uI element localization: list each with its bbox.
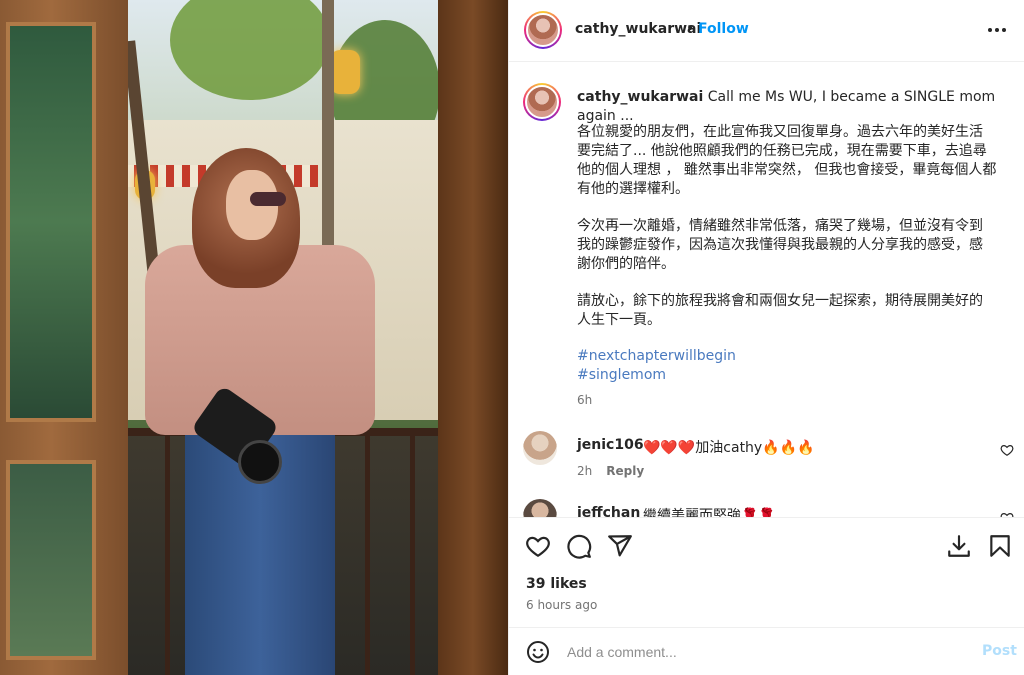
avatar-image [525,85,559,119]
caption-timestamp: 6h [577,393,593,407]
comments-scroll-area[interactable]: cathy_wukarwai Call me Ms WU, I became a… [509,63,1024,517]
caption-username[interactable]: cathy_wukarwai [577,89,703,105]
caption-first-line: cathy_wukarwai Call me Ms WU, I became a… [577,88,1013,126]
follow-button[interactable]: Follow [698,21,749,37]
post-actions: 39 likes 6 hours ago [509,517,1024,627]
dot [988,28,992,32]
hashtag-link[interactable]: #nextchapterwillbegin [577,348,736,364]
post-timestamp: 6 hours ago [526,598,598,612]
comment-like-heart-icon[interactable] [1000,443,1014,457]
reply-button[interactable]: Reply [606,464,644,478]
comment-input[interactable] [567,640,957,664]
comment-username[interactable]: jeffchan [577,505,640,517]
comment-icon[interactable] [566,533,592,559]
share-icon[interactable] [607,533,633,559]
heart-icon[interactable] [525,533,551,559]
photo-camera-lens [238,440,282,484]
photo-door-right [438,0,508,675]
caption-paragraph-2: 今次再一次離婚，情緒雖然非常低落，痛哭了幾場，但並沒有令到 我的躁鬱症發作，因為… [577,218,983,272]
caption-paragraph-1: 各位親愛的朋友們，在此宣佈我又回復單身。過去六年的美好生活 要完結了... 他說… [577,124,997,197]
photo-sunglasses [250,192,286,206]
comment-item: jenic106 ❤️❤️❤️加油cathy🔥🔥🔥 2h Reply [523,431,1014,491]
hashtag-link[interactable]: #singlemom [577,367,666,383]
add-comment-bar: Post [509,627,1024,675]
comment-meta: 2h Reply [577,464,644,478]
bookmark-icon[interactable] [987,533,1013,559]
railing-bar [165,436,170,675]
download-icon[interactable] [946,533,972,559]
comment-avatar[interactable] [523,499,557,517]
railing-bar [410,436,415,675]
avatar-image [526,13,560,47]
separator-dot: • [686,21,695,37]
door-glass [6,460,96,660]
comment-item: jeffchan 繼續美麗而堅強🌹🌹 [523,499,1014,517]
post-button[interactable]: Post [982,643,1017,659]
emoji-icon[interactable] [526,640,550,664]
comment-text: 繼續美麗而堅強🌹🌹 [643,508,776,517]
photo-lantern [330,50,360,94]
caption-paragraph-3: 請放心，餘下的旅程我將會和兩個女兒一起探索，期待展開美好的 人生下一頁。 [577,293,983,328]
caption-avatar[interactable] [523,83,561,121]
more-options-icon[interactable] [987,22,1007,38]
avatar[interactable] [524,11,562,49]
dot [995,28,999,32]
likes-count[interactable]: 39 likes [526,576,587,592]
comment-username[interactable]: jenic106 [577,437,644,453]
post-sidebar: cathy_wukarwai • Follow cathy_wukarwai C… [508,0,1024,675]
comment-time: 2h [577,464,593,478]
comment-avatar[interactable] [523,431,557,465]
post-photo[interactable] [0,0,508,675]
comment-text: ❤️❤️❤️加油cathy🔥🔥🔥 [643,440,815,456]
photo-door-left [0,0,128,675]
railing-bar [365,436,370,675]
dot [1002,28,1006,32]
door-glass [6,22,96,422]
post-header: cathy_wukarwai • Follow [509,0,1024,62]
header-username[interactable]: cathy_wukarwai [575,21,701,37]
